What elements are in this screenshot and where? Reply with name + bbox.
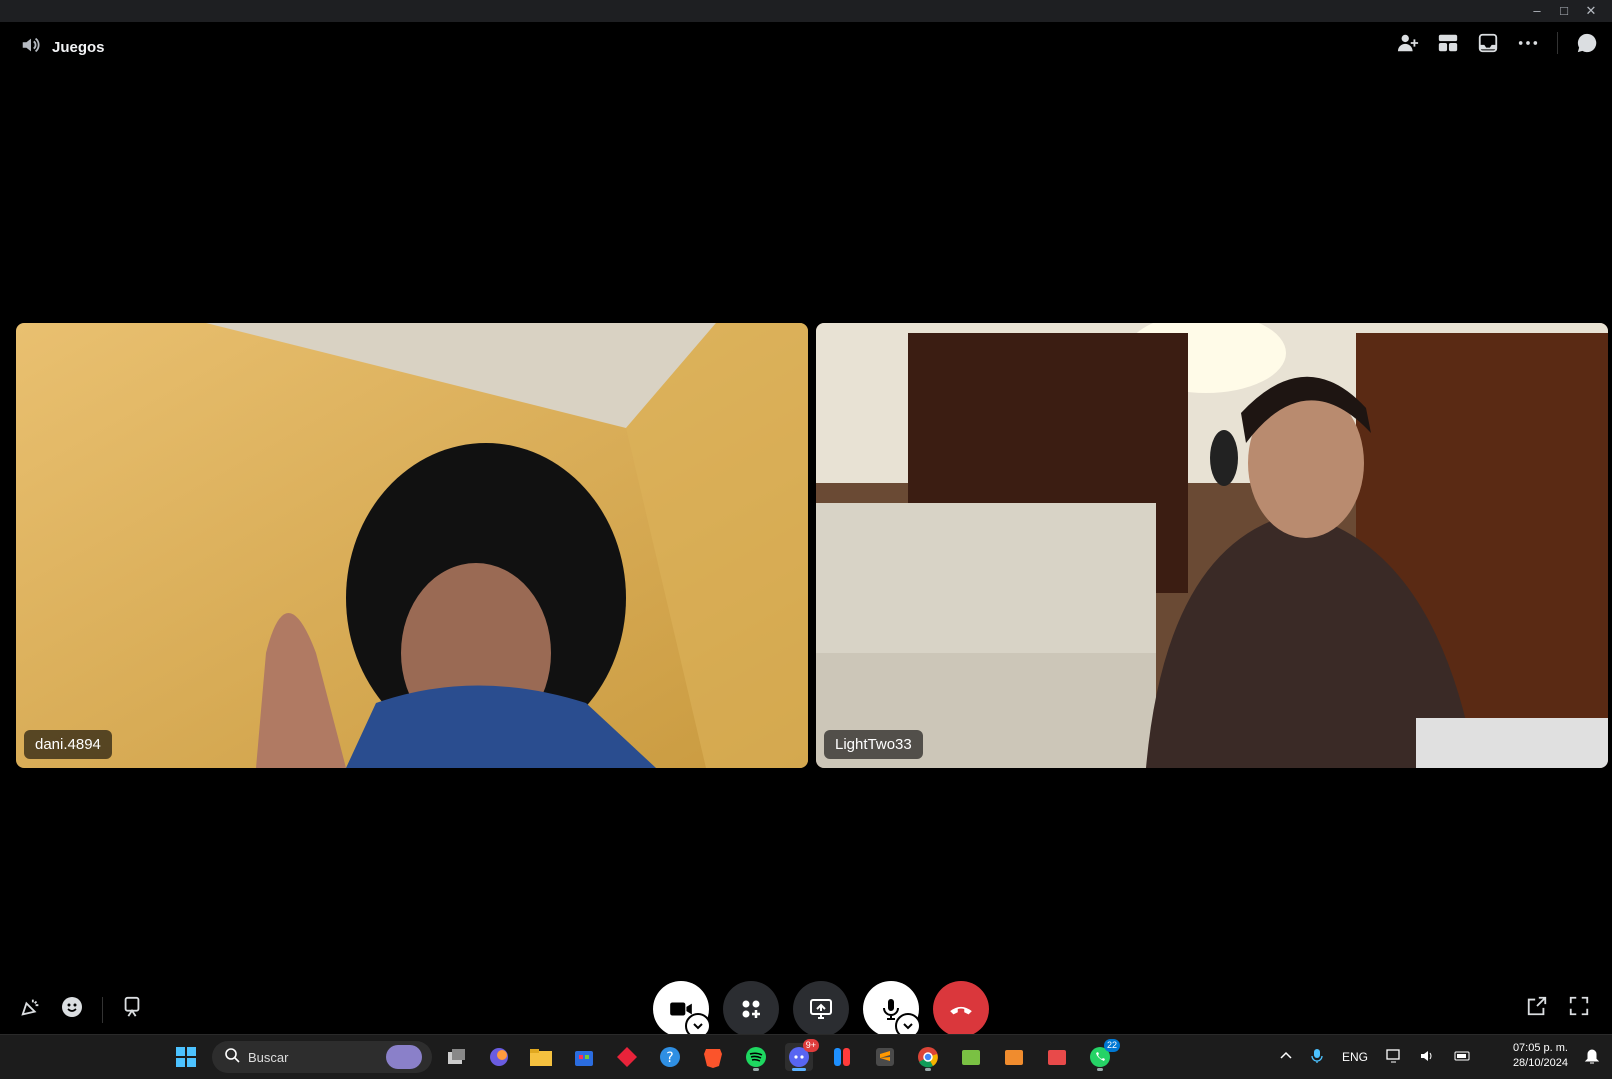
channel-header: Juegos xyxy=(20,34,105,61)
minimize-button[interactable]: – xyxy=(1526,2,1548,20)
search-icon xyxy=(224,1047,240,1068)
active-indicator xyxy=(792,1068,806,1071)
clock-date: 28/10/2024 xyxy=(1512,1057,1568,1069)
file-explorer-icon[interactable] xyxy=(527,1043,555,1071)
grid-layout-icon[interactable] xyxy=(1437,32,1459,54)
app-red-calendar-icon[interactable] xyxy=(1043,1043,1071,1071)
app-green-icon[interactable] xyxy=(957,1043,985,1071)
header-toolbar xyxy=(1397,32,1598,54)
participant-name-tag: dani.4894 xyxy=(24,730,112,759)
divider xyxy=(102,996,103,1023)
pop-out-icon[interactable] xyxy=(1526,995,1548,1022)
spotify-icon[interactable] xyxy=(742,1043,770,1071)
windows-start-icon[interactable] xyxy=(172,1043,200,1071)
channel-name: Juegos xyxy=(52,39,105,56)
notification-bell-icon[interactable] xyxy=(1578,1043,1606,1071)
search-placeholder: Buscar xyxy=(248,1049,289,1065)
chevron-up-icon[interactable] xyxy=(1280,1050,1292,1065)
volume-icon[interactable] xyxy=(1420,1049,1436,1066)
chevron-down-icon xyxy=(693,1023,703,1030)
close-window-button[interactable]: ✕ xyxy=(1580,2,1602,20)
brave-browser-icon[interactable] xyxy=(699,1043,727,1071)
network-icon[interactable] xyxy=(1386,1048,1402,1066)
clock-time: 07:05 p. m. xyxy=(1512,1042,1568,1054)
discord-notification-badge: 9+ xyxy=(802,1039,819,1052)
microphone-tray-icon[interactable] xyxy=(1310,1048,1324,1067)
inbox-icon[interactable] xyxy=(1477,32,1499,54)
whatsapp-icon[interactable]: 22 xyxy=(1086,1039,1120,1071)
running-indicator xyxy=(753,1068,759,1071)
chat-bubble-icon[interactable] xyxy=(1576,32,1598,54)
windows-taskbar: Buscar ? 9+ 22 ENG 07:05 p. m. 28/10/202… xyxy=(0,1034,1612,1079)
running-indicator xyxy=(1097,1068,1103,1071)
taskbar-search[interactable]: Buscar xyxy=(212,1041,432,1073)
rocket-activities-icon xyxy=(742,1000,760,1018)
running-indicator xyxy=(925,1068,931,1071)
game-app-icon[interactable] xyxy=(828,1043,856,1071)
svg-text:?: ? xyxy=(666,1050,673,1066)
microsoft-store-icon[interactable] xyxy=(570,1043,598,1071)
hang-up-icon xyxy=(950,1006,972,1015)
sublime-text-icon[interactable] xyxy=(871,1043,899,1071)
add-friend-icon[interactable] xyxy=(1397,32,1419,54)
participant-name-tag: LightTwo33 xyxy=(824,730,923,759)
activity-toolbar xyxy=(20,995,143,1024)
disconnect-button[interactable] xyxy=(933,981,989,1037)
help-icon[interactable]: ? xyxy=(656,1043,684,1071)
camera-toggle-button[interactable] xyxy=(653,981,711,1039)
maximize-button[interactable]: □ xyxy=(1553,2,1575,20)
task-view-icon[interactable] xyxy=(442,1043,470,1071)
activity-icon[interactable] xyxy=(121,996,143,1023)
language-indicator[interactable]: ENG xyxy=(1342,1050,1368,1064)
video-tile-lighttwo[interactable]: LightTwo33 xyxy=(816,323,1608,768)
soundboard-icon[interactable] xyxy=(20,996,42,1023)
voice-call-view: Juegos dani.4894 LightTwo33 xyxy=(4,22,1612,1039)
share-screen-button[interactable] xyxy=(793,981,849,1037)
whatsapp-notification-badge: 22 xyxy=(1103,1039,1120,1052)
divider xyxy=(1557,32,1558,54)
battery-icon[interactable] xyxy=(1454,1050,1472,1065)
call-controls xyxy=(4,980,1612,1040)
emoji-icon[interactable] xyxy=(60,995,84,1024)
activities-button[interactable] xyxy=(723,981,779,1037)
window-title-bar: – □ ✕ xyxy=(0,0,1612,22)
system-tray: ENG xyxy=(1280,1035,1472,1079)
chevron-down-icon xyxy=(903,1023,913,1030)
copilot-icon[interactable] xyxy=(485,1043,513,1071)
app-red-diamond-icon[interactable] xyxy=(613,1043,641,1071)
system-clock[interactable]: 07:05 p. m. 28/10/2024 xyxy=(1513,1041,1568,1071)
screen-share-icon xyxy=(810,999,832,1019)
more-options-icon[interactable] xyxy=(1517,32,1539,54)
webcam-feed xyxy=(816,323,1608,768)
chrome-icon[interactable] xyxy=(914,1043,942,1071)
microphone-toggle-button[interactable] xyxy=(863,981,921,1039)
fullscreen-icon[interactable] xyxy=(1568,995,1590,1022)
speaker-icon xyxy=(20,34,42,61)
video-tile-dani[interactable]: dani.4894 xyxy=(16,323,808,768)
view-toolbar xyxy=(1526,995,1590,1022)
app-orange-icon[interactable] xyxy=(1000,1043,1028,1071)
search-highlight-icon xyxy=(386,1045,422,1069)
webcam-feed xyxy=(16,323,808,768)
discord-icon[interactable]: 9+ xyxy=(785,1039,819,1071)
